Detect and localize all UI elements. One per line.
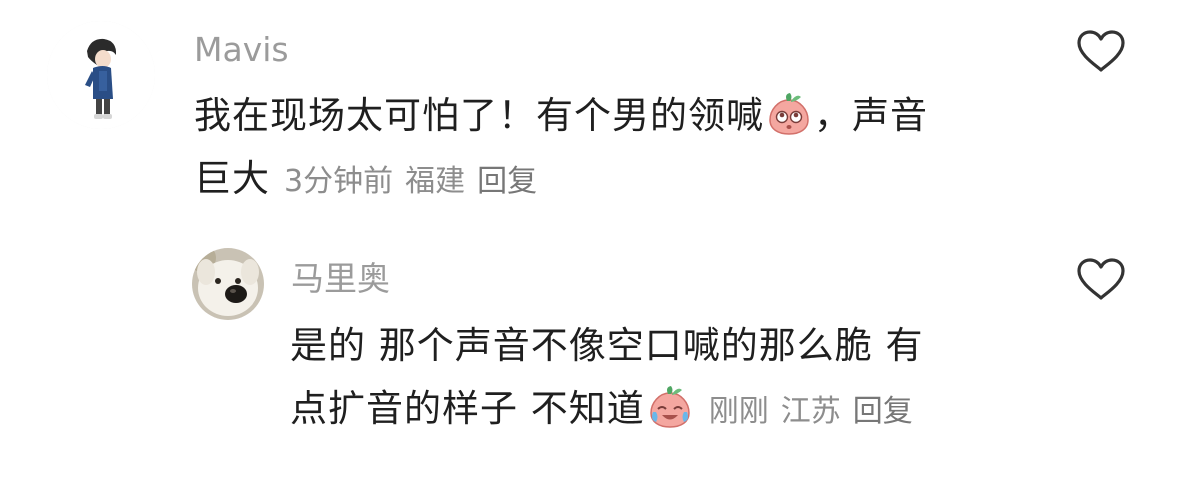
comment-text: 我在现场太可怕了！有个男的领喊 ，声音 巨大 3分钟前 福建 回复 (194, 84, 928, 213)
avatar[interactable] (192, 248, 264, 320)
comment-username[interactable]: Mavis (194, 30, 289, 70)
reply-button[interactable]: 回复 (853, 394, 913, 429)
comment-username[interactable]: 马里奥 (291, 259, 390, 299)
comment-text-line: 巨大 3分钟前 福建 回复 (194, 147, 928, 213)
comment-text-segment: 点扩音的样子 不知道 (290, 387, 645, 430)
crying-laughing-peach-emoji (650, 386, 690, 428)
heart-outline-icon[interactable] (1075, 28, 1127, 74)
surprised-peach-emoji (769, 93, 809, 135)
heart-outline-icon[interactable] (1075, 256, 1127, 302)
comment-text: 是的 那个声音不像空口喊的那么脆 有 点扩音的样子 不知道 刚刚 江苏 回复 (290, 314, 924, 443)
comment-text-segment: 巨大 (194, 157, 270, 200)
comment-meta: 3分钟前 福建 回复 (270, 164, 537, 199)
avatar-dog-image (192, 248, 264, 320)
avatar[interactable] (47, 21, 155, 129)
comment-time: 刚刚 (708, 394, 769, 429)
comment-text-line: 我在现场太可怕了！有个男的领喊 ，声音 (194, 84, 928, 147)
reply-button[interactable]: 回复 (477, 164, 537, 199)
comment-time: 3分钟前 (284, 164, 394, 199)
comment-text-line: 点扩音的样子 不知道 刚刚 江苏 回复 (290, 377, 924, 443)
comment-text-line: 是的 那个声音不像空口喊的那么脆 有 (290, 324, 924, 367)
comment-location: 江苏 (780, 394, 841, 429)
comment-text-segment: 我在现场太可怕了！有个男的领喊 (194, 94, 764, 137)
comment-text-segment: ，声音 (814, 94, 928, 137)
avatar-cartoon-image (47, 21, 155, 129)
comment-meta: 刚刚 江苏 回复 (695, 394, 913, 429)
comment-location: 福建 (405, 164, 466, 199)
